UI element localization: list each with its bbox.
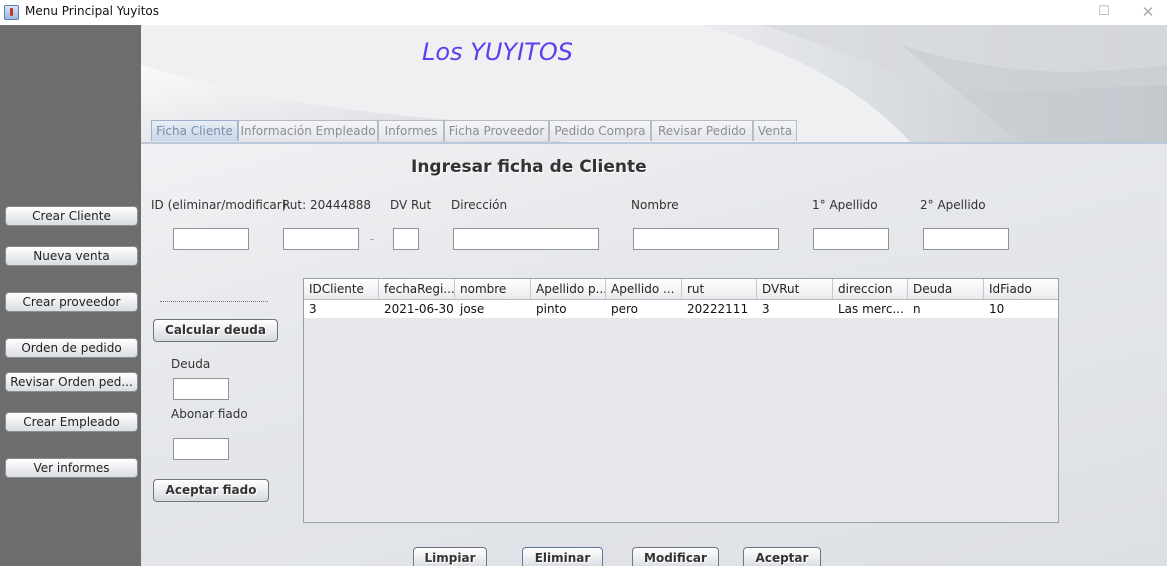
main-content: Los YUYITOS Ficha Cliente Información Em… bbox=[141, 25, 1167, 566]
deuda-field[interactable] bbox=[173, 378, 229, 400]
column-header[interactable]: IDCliente bbox=[304, 279, 379, 299]
abonar-fiado-label: Abonar fiado bbox=[171, 407, 248, 421]
column-header[interactable]: nombre bbox=[455, 279, 531, 299]
table-row[interactable]: 3 2021-06-30 jose pinto pero 20222111 3 … bbox=[304, 301, 1058, 318]
limpiar-button[interactable]: Limpiar bbox=[413, 547, 487, 566]
tab-ficha-proveedor[interactable]: Ficha Proveedor bbox=[444, 120, 549, 141]
tab-ficha-cliente[interactable]: Ficha Cliente bbox=[151, 120, 238, 141]
calcular-deuda-button[interactable]: Calcular deuda bbox=[153, 319, 278, 342]
deuda-label: Deuda bbox=[171, 357, 211, 371]
column-header[interactable]: Apellido ... bbox=[606, 279, 682, 299]
apellido2-field[interactable] bbox=[923, 228, 1009, 250]
revisar-orden-pedido-button[interactable]: Revisar Orden ped... bbox=[5, 372, 138, 392]
maximize-icon[interactable]: ☐ bbox=[1094, 3, 1114, 21]
table-cell: 2021-06-30 bbox=[384, 302, 454, 316]
table-cell: 20222111 bbox=[687, 302, 749, 316]
table-cell: pero bbox=[611, 302, 639, 316]
tab-informacion-empleado[interactable]: Información Empleado bbox=[238, 120, 378, 141]
id-field[interactable] bbox=[173, 228, 249, 250]
tab-venta[interactable]: Venta bbox=[753, 120, 797, 141]
form-title: Ingresar ficha de Cliente bbox=[411, 157, 647, 177]
column-header[interactable]: DVRut bbox=[757, 279, 833, 299]
nueva-venta-button[interactable]: Nueva venta bbox=[5, 246, 138, 266]
table-cell: n bbox=[913, 302, 921, 316]
orden-de-pedido-button[interactable]: Orden de pedido bbox=[5, 338, 138, 358]
ver-informes-button[interactable]: Ver informes bbox=[5, 458, 138, 478]
aceptar-fiado-button[interactable]: Aceptar fiado bbox=[153, 479, 269, 502]
column-header[interactable]: rut bbox=[682, 279, 757, 299]
table-cell: 3 bbox=[762, 302, 770, 316]
id-label: ID (eliminar/modificar) bbox=[151, 198, 287, 212]
rut-field[interactable] bbox=[283, 228, 359, 250]
nombre-label: Nombre bbox=[631, 198, 679, 212]
java-app-icon bbox=[4, 5, 19, 20]
table-cell: 3 bbox=[309, 302, 317, 316]
crear-proveedor-button[interactable]: Crear proveedor bbox=[5, 292, 138, 312]
tab-revisar-pedido[interactable]: Revisar Pedido bbox=[651, 120, 753, 141]
aceptar-button[interactable]: Aceptar bbox=[743, 547, 821, 566]
rut-label: Rut: 20444888 bbox=[282, 198, 372, 212]
column-header[interactable]: direccion bbox=[833, 279, 908, 299]
crear-cliente-button[interactable]: Crear Cliente bbox=[5, 206, 138, 226]
separator-dots bbox=[160, 301, 268, 302]
close-icon[interactable]: ✕ bbox=[1138, 3, 1158, 21]
table-cell: pinto bbox=[536, 302, 567, 316]
nombre-field[interactable] bbox=[633, 228, 779, 250]
column-header[interactable]: IdFiado bbox=[984, 279, 1058, 299]
tab-informes[interactable]: Informes bbox=[378, 120, 444, 141]
table-cell: Las merc... bbox=[838, 302, 904, 316]
dv-rut-label: DV Rut bbox=[390, 198, 432, 212]
table-empty-area bbox=[304, 318, 1058, 522]
sidebar: Crear Cliente Nueva venta Crear proveedo… bbox=[0, 25, 141, 566]
title-bar: Menu Principal Yuyitos ☐ ✕ bbox=[0, 0, 1172, 25]
window-title: Menu Principal Yuyitos bbox=[25, 4, 160, 18]
tab-pedido-compra[interactable]: Pedido Compra bbox=[549, 120, 651, 141]
clientes-table[interactable]: IDCliente fechaRegi... nombre Apellido p… bbox=[303, 278, 1059, 523]
column-header[interactable]: fechaRegi... bbox=[379, 279, 455, 299]
abonar-fiado-field[interactable] bbox=[173, 438, 229, 460]
rut-dash: - bbox=[370, 232, 375, 246]
eliminar-button[interactable]: Eliminar bbox=[522, 547, 603, 566]
table-cell: 10 bbox=[989, 302, 1005, 316]
apellido2-label: 2° Apellido bbox=[920, 198, 986, 212]
apellido1-label: 1° Apellido bbox=[812, 198, 878, 212]
ficha-cliente-panel: Ingresar ficha de Cliente ID (eliminar/m… bbox=[141, 144, 1167, 566]
crear-empleado-button[interactable]: Crear Empleado bbox=[5, 412, 138, 432]
modificar-button[interactable]: Modificar bbox=[632, 547, 719, 566]
column-header[interactable]: Deuda bbox=[908, 279, 984, 299]
dv-rut-field[interactable] bbox=[393, 228, 419, 250]
table-header: IDCliente fechaRegi... nombre Apellido p… bbox=[304, 279, 1058, 300]
apellido1-field[interactable] bbox=[813, 228, 889, 250]
brand-title: Los YUYITOS bbox=[422, 38, 573, 66]
direccion-label: Dirección bbox=[451, 198, 508, 212]
table-cell: jose bbox=[460, 302, 485, 316]
direccion-field[interactable] bbox=[453, 228, 599, 250]
column-header[interactable]: Apellido p... bbox=[531, 279, 606, 299]
